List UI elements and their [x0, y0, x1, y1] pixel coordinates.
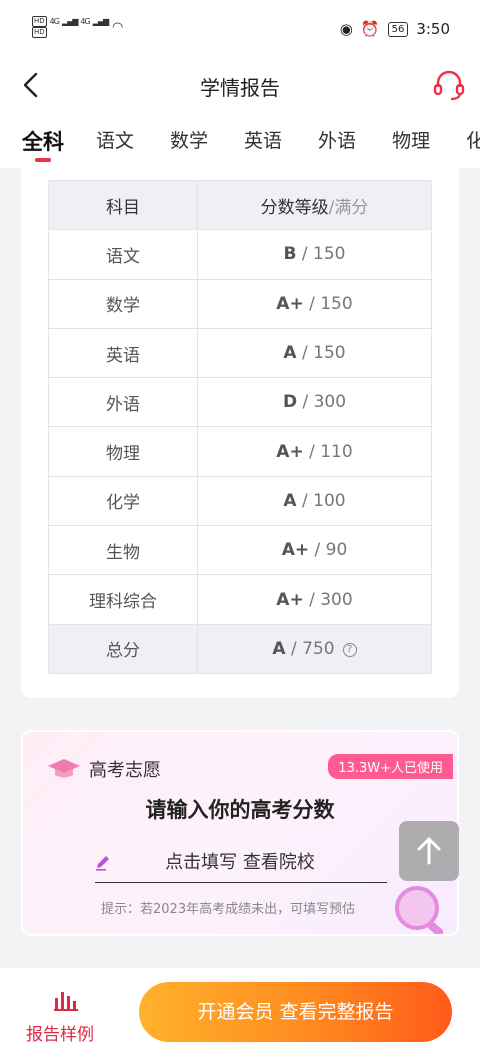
subject-cell: 化学	[48, 475, 198, 527]
table-row: 外语 D / 300	[48, 377, 432, 428]
scroll-to-top-button[interactable]	[399, 821, 459, 881]
grade-value: A+	[276, 589, 304, 610]
full-score-value: / 300	[303, 589, 353, 610]
wifi-icon: ◠	[112, 20, 124, 35]
fill-score-link[interactable]: 点击填写 查看院校	[23, 848, 457, 874]
report-sample-button[interactable]: 报告样例	[26, 1020, 94, 1045]
grade-value: A+	[276, 441, 304, 462]
table-row: 化学 A / 100	[48, 475, 432, 527]
bottom-action-bar: 报告样例 开通会员 查看完整报告	[0, 968, 480, 1061]
table-row: 物理 A+ / 110	[48, 426, 432, 477]
signal-icon-1: ▂▄▆	[61, 17, 79, 26]
tab-english[interactable]: 英语	[244, 112, 282, 168]
grade-value: A+	[276, 293, 304, 314]
help-icon[interactable]: ?	[342, 642, 357, 657]
column-header-subject: 科目	[48, 179, 198, 231]
score-cell: D / 300	[197, 377, 432, 428]
table-row: 理科综合 A+ / 300	[48, 574, 432, 625]
table-row: 生物 A+ / 90	[48, 525, 432, 576]
network-indicators: HD 4G ▂▄▆ 4G ▂▄▆ HD	[32, 16, 110, 38]
hd-badge-1: HD	[32, 16, 47, 27]
promo-title: 请输入你的高考分数	[145, 798, 335, 822]
gaokao-promo-card[interactable]: 高考志愿 13.3W+人已使用 请输入你的高考分数 点击填写 查看院校 提示：若…	[21, 730, 459, 936]
subject-cell: 数学	[48, 278, 198, 329]
full-score-value: / 150	[296, 343, 346, 364]
subject-cell: 外语	[48, 377, 198, 428]
status-bar: HD 4G ▂▄▆ 4G ▂▄▆ HD ◠ ◉ ⏰ 56 3:50	[0, 0, 480, 60]
promo-label: 高考志愿	[89, 760, 161, 781]
score-cell: A+ / 110	[197, 426, 432, 477]
grade-value: A	[283, 490, 297, 511]
table-row: 数学 A+ / 150	[48, 278, 432, 329]
page-title: 学情报告	[200, 76, 280, 100]
hd-badge-2: HD	[32, 27, 47, 38]
magnifier-icon	[395, 886, 444, 934]
full-score-value: / 100	[296, 490, 346, 511]
total-score-cell: A / 750?	[197, 623, 432, 674]
table-header-row: 科目 分数等级/满分	[48, 179, 432, 231]
tab-all-subjects[interactable]: 全科	[22, 112, 64, 168]
eye-icon: ◉	[339, 20, 353, 38]
full-score-value: / 90	[309, 540, 348, 561]
subject-cell: 语文	[48, 229, 198, 280]
score-cell: B / 150	[197, 229, 432, 280]
grade-value: A	[283, 343, 297, 364]
subject-cell: 英语	[48, 327, 198, 379]
table-row: 英语 A / 150	[48, 327, 432, 379]
tab-label: 全科	[22, 130, 64, 154]
open-membership-button[interactable]: 开通会员 查看完整报告	[139, 982, 452, 1042]
total-full-score-value: / 750	[285, 638, 335, 659]
tab-math[interactable]: 数学	[170, 112, 208, 168]
score-cell: A / 150	[197, 327, 432, 379]
signal-icon-2: ▂▄▆	[92, 17, 110, 26]
score-cell: A+ / 90	[197, 525, 432, 576]
network-type-2: 4G	[80, 17, 90, 26]
table-row: 语文 B / 150	[48, 229, 432, 280]
tab-physics[interactable]: 物理	[392, 112, 430, 168]
arrow-up-icon	[417, 837, 441, 865]
grade-value: D	[282, 392, 298, 413]
full-score-value: / 150	[303, 293, 353, 314]
subject-tabs: 全科 语文 数学 英语 外语 物理 化	[0, 112, 480, 168]
subject-cell: 生物	[48, 525, 198, 576]
grade-value: B	[283, 244, 297, 265]
column-header-score: 分数等级/满分	[197, 179, 432, 231]
tab-chemistry[interactable]: 化	[466, 112, 480, 168]
subject-cell: 理科综合	[48, 574, 198, 625]
full-score-value: / 300	[297, 392, 347, 413]
score-cell: A / 100	[197, 475, 432, 527]
score-table: 科目 分数等级/满分 语文 B / 150 数学 A+ / 150 英语 A /…	[48, 179, 432, 674]
alarm-icon: ⏰	[360, 20, 380, 38]
score-card: 科目 分数等级/满分 语文 B / 150 数学 A+ / 150 英语 A /…	[21, 168, 459, 698]
tab-foreign-language[interactable]: 外语	[318, 112, 356, 168]
subject-cell: 物理	[48, 426, 198, 477]
tab-chinese[interactable]: 语文	[96, 112, 134, 168]
active-tab-indicator	[35, 158, 51, 162]
full-score-value: / 150	[296, 244, 346, 265]
clock-time: 3:50	[416, 20, 450, 38]
usage-count-badge: 13.3W+人已使用	[328, 754, 453, 779]
top-nav-bar: 学情报告	[0, 60, 480, 112]
full-score-value: / 110	[303, 441, 353, 462]
network-type-1: 4G	[49, 17, 60, 26]
total-row: 总分 A / 750?	[48, 623, 432, 674]
full-score-label: /满分	[328, 197, 369, 218]
total-grade-value: A	[272, 638, 286, 659]
input-underline	[95, 882, 387, 883]
bar-chart-icon[interactable]	[53, 988, 79, 1012]
battery-icon: 56	[387, 21, 409, 37]
headset-icon[interactable]	[432, 68, 466, 102]
graduation-cap-icon	[48, 759, 80, 778]
score-cell: A+ / 300	[197, 574, 432, 625]
hint-text: 提示：若2023年高考成绩未出，可填写预估	[101, 902, 356, 917]
grade-value: A+	[281, 540, 310, 561]
total-label-cell: 总分	[48, 623, 198, 674]
score-grade-label: 分数等级	[260, 197, 329, 218]
promo-header: 高考志愿	[47, 756, 161, 782]
score-cell: A+ / 150	[197, 278, 432, 329]
